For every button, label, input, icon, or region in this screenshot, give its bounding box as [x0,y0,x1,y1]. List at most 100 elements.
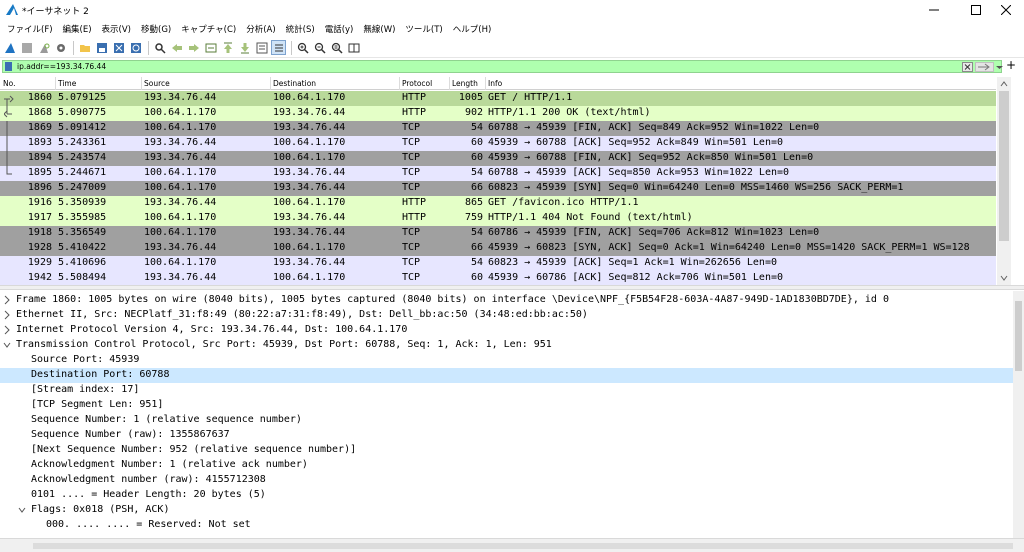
detail-text: 0101 .... = Header Length: 20 bytes (5) [31,489,266,500]
close-button[interactable] [988,0,1024,20]
column-source[interactable]: Source [144,79,170,88]
packet-row[interactable]: 1860 5.079125 193.34.76.44 100.64.1.170 HTTP… [0,91,996,106]
detail-row[interactable]: Internet Protocol Version 4, Src: 193.34… [0,323,1013,338]
resize-columns-button[interactable] [346,40,361,55]
clear-filter-icon[interactable] [962,62,973,72]
add-filter-button[interactable]: + [1006,58,1016,72]
detail-row[interactable]: Sequence Number: 1 (relative sequence nu… [0,413,1013,428]
packet-destination: 193.34.76.44 [273,167,346,178]
go-to-packet-button[interactable] [203,40,218,55]
packet-row[interactable]: 1916 5.350939 193.34.76.44 100.64.1.170 HTTP… [0,196,996,211]
chevron-down-icon[interactable] [18,505,26,515]
detail-row[interactable]: Flags: 0x018 (PSH, ACK) [0,503,1013,518]
first-packet-button[interactable] [220,40,235,55]
bytes-pane-handle[interactable] [0,538,1024,552]
menu-capture[interactable]: キャプチャ(C) [176,23,241,35]
bookmark-icon[interactable] [5,62,12,71]
start-capture-button[interactable] [2,40,17,55]
detail-row[interactable]: Frame 1860: 1005 bytes on wire (8040 bit… [0,293,1013,308]
menu-analyze[interactable]: 分析(A) [241,23,280,35]
menu-go[interactable]: 移動(G) [136,23,176,35]
horizontal-scrollbar-thumb[interactable] [33,543,1013,549]
save-file-button[interactable] [94,40,109,55]
window-title: *イーサネット 2 [22,7,89,17]
detail-row[interactable]: Source Port: 45939 [0,353,1013,368]
detail-row[interactable]: Acknowledgment Number: 1 (relative ack n… [0,458,1013,473]
scroll-down-icon[interactable] [1000,274,1008,282]
packet-row[interactable]: 1917 5.355985 100.64.1.170 193.34.76.44 HTTP… [0,211,996,226]
open-file-button[interactable] [77,40,92,55]
chevron-right-icon[interactable] [3,295,11,305]
minimize-button[interactable] [916,0,952,20]
detail-row[interactable]: Sequence Number (raw): 1355867637 [0,428,1013,443]
packet-time: 5.356549 [58,227,107,238]
scroll-up-icon[interactable] [1000,80,1008,88]
packet-source: 100.64.1.170 [144,122,217,133]
packet-length: 865 [464,197,483,208]
pane-splitter[interactable] [0,285,1024,290]
menu-telephony[interactable]: 電話(y) [320,23,359,35]
menu-view[interactable]: 表示(V) [97,23,136,35]
chevron-down-icon[interactable] [3,340,11,350]
packet-row[interactable]: 1895 5.244671 100.64.1.170 193.34.76.44 TCP 5… [0,166,996,181]
detail-row[interactable]: 0101 .... = Header Length: 20 bytes (5) [0,488,1013,503]
detail-row[interactable]: Ethernet II, Src: NECPlatf_31:f8:49 (80:… [0,308,1013,323]
column-info[interactable]: Info [488,79,502,88]
packet-row[interactable]: 1893 5.243361 193.34.76.44 100.64.1.170 TCP 6… [0,136,996,151]
auto-scroll-icon [256,42,267,53]
packet-row[interactable]: 1928 5.410422 193.34.76.44 100.64.1.170 TCP 6… [0,241,996,256]
packet-row[interactable]: 1929 5.410696 100.64.1.170 193.34.76.44 TCP 5… [0,256,996,271]
apply-filter-button[interactable] [975,62,994,72]
go-back-button[interactable] [169,40,184,55]
details-scrollbar[interactable] [1013,291,1024,538]
reload-file-button[interactable] [128,40,143,55]
menu-tools[interactable]: ツール(T) [400,23,447,35]
column-no[interactable]: No. [3,79,15,88]
menu-statistics[interactable]: 統計(S) [281,23,320,35]
detail-row[interactable]: Destination Port: 60788 [0,368,1013,383]
zoom-out-button[interactable] [312,40,327,55]
packet-protocol: HTTP [402,92,427,103]
scrollbar-thumb[interactable] [999,91,1009,241]
packet-row[interactable]: 1896 5.247009 100.64.1.170 193.34.76.44 TCP 6… [0,181,996,196]
zoom-in-button[interactable] [295,40,310,55]
detail-row[interactable]: [Next Sequence Number: 952 (relative seq… [0,443,1013,458]
column-time[interactable]: Time [58,79,76,88]
packet-source: 193.34.76.44 [144,242,217,253]
packet-source: 100.64.1.170 [144,167,217,178]
zoom-reset-button[interactable] [329,40,344,55]
menu-file[interactable]: ファイル(F) [2,23,58,35]
display-filter-input[interactable]: ip.addr==193.34.76.44 [2,60,1004,73]
capture-options-button[interactable] [53,40,68,55]
go-forward-button[interactable] [186,40,201,55]
menu-edit[interactable]: 編集(E) [58,23,97,35]
restart-capture-button[interactable] [36,40,51,55]
detail-row[interactable]: 000. .... .... = Reserved: Not set [0,518,1013,533]
close-file-button[interactable] [111,40,126,55]
chevron-down-icon[interactable] [995,62,1004,72]
detail-row[interactable]: Transmission Control Protocol, Src Port:… [0,338,1013,353]
column-destination[interactable]: Destination [273,79,316,88]
packet-row[interactable]: 1942 5.508494 193.34.76.44 100.64.1.170 TCP 6… [0,271,996,286]
menu-wireless[interactable]: 無線(W) [358,23,400,35]
packet-row[interactable]: 1918 5.356549 100.64.1.170 193.34.76.44 TCP 5… [0,226,996,241]
toolbar-separator [291,40,292,55]
chevron-right-icon[interactable] [3,325,11,335]
detail-row[interactable]: [Stream index: 17] [0,383,1013,398]
packet-row[interactable]: 1868 5.090775 100.64.1.170 193.34.76.44 HTTP… [0,106,996,121]
chevron-right-icon[interactable] [3,310,11,320]
menu-help[interactable]: ヘルプ(H) [448,23,497,35]
packet-row[interactable]: 1869 5.091412 100.64.1.170 193.34.76.44 TCP 5… [0,121,996,136]
find-packet-button[interactable] [152,40,167,55]
packet-list-scrollbar[interactable] [997,77,1011,285]
colorize-button[interactable] [271,40,286,55]
detail-row[interactable]: Acknowledgment number (raw): 4155712308 [0,473,1013,488]
stop-capture-button[interactable] [19,40,34,55]
column-protocol[interactable]: Protocol [402,79,432,88]
last-packet-button[interactable] [237,40,252,55]
column-length[interactable]: Length [452,79,478,88]
packet-row[interactable]: 1894 5.243574 193.34.76.44 100.64.1.170 TCP 6… [0,151,996,166]
scrollbar-thumb[interactable] [1015,301,1022,371]
auto-scroll-button[interactable] [254,40,269,55]
detail-row[interactable]: [TCP Segment Len: 951] [0,398,1013,413]
